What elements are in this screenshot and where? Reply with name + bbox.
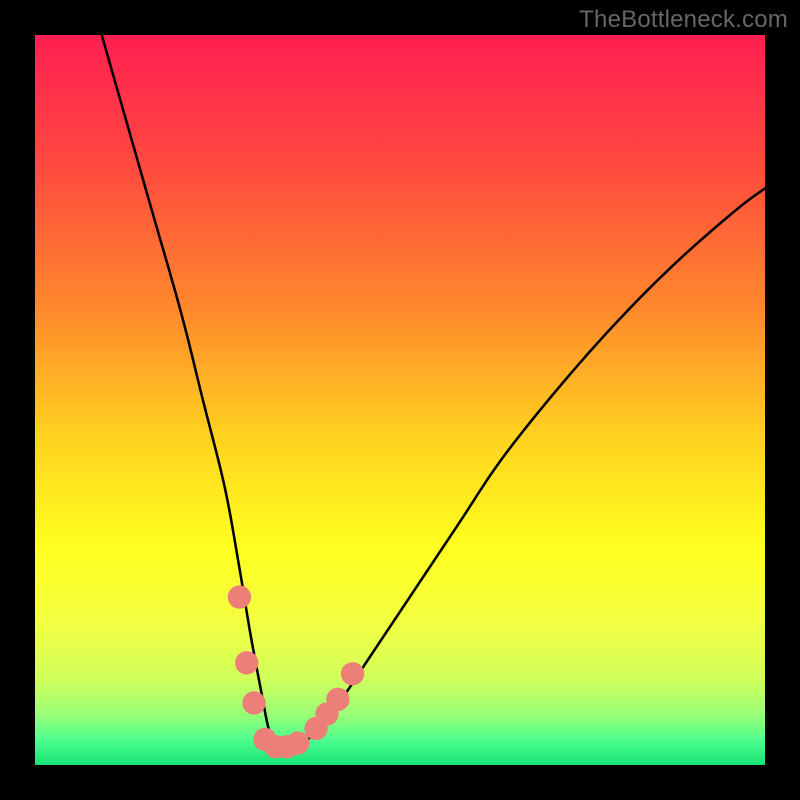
curve-marker: [235, 651, 258, 674]
curve-marker: [228, 585, 251, 608]
curve-marker: [326, 688, 349, 711]
chart-svg: [35, 35, 765, 765]
curve-marker: [242, 691, 265, 714]
gradient-background: [35, 35, 765, 765]
plot-area: [35, 35, 765, 765]
outer-frame: TheBottleneck.com: [0, 0, 800, 800]
curve-marker: [341, 662, 364, 685]
watermark-text: TheBottleneck.com: [579, 6, 788, 34]
curve-marker: [286, 731, 309, 754]
